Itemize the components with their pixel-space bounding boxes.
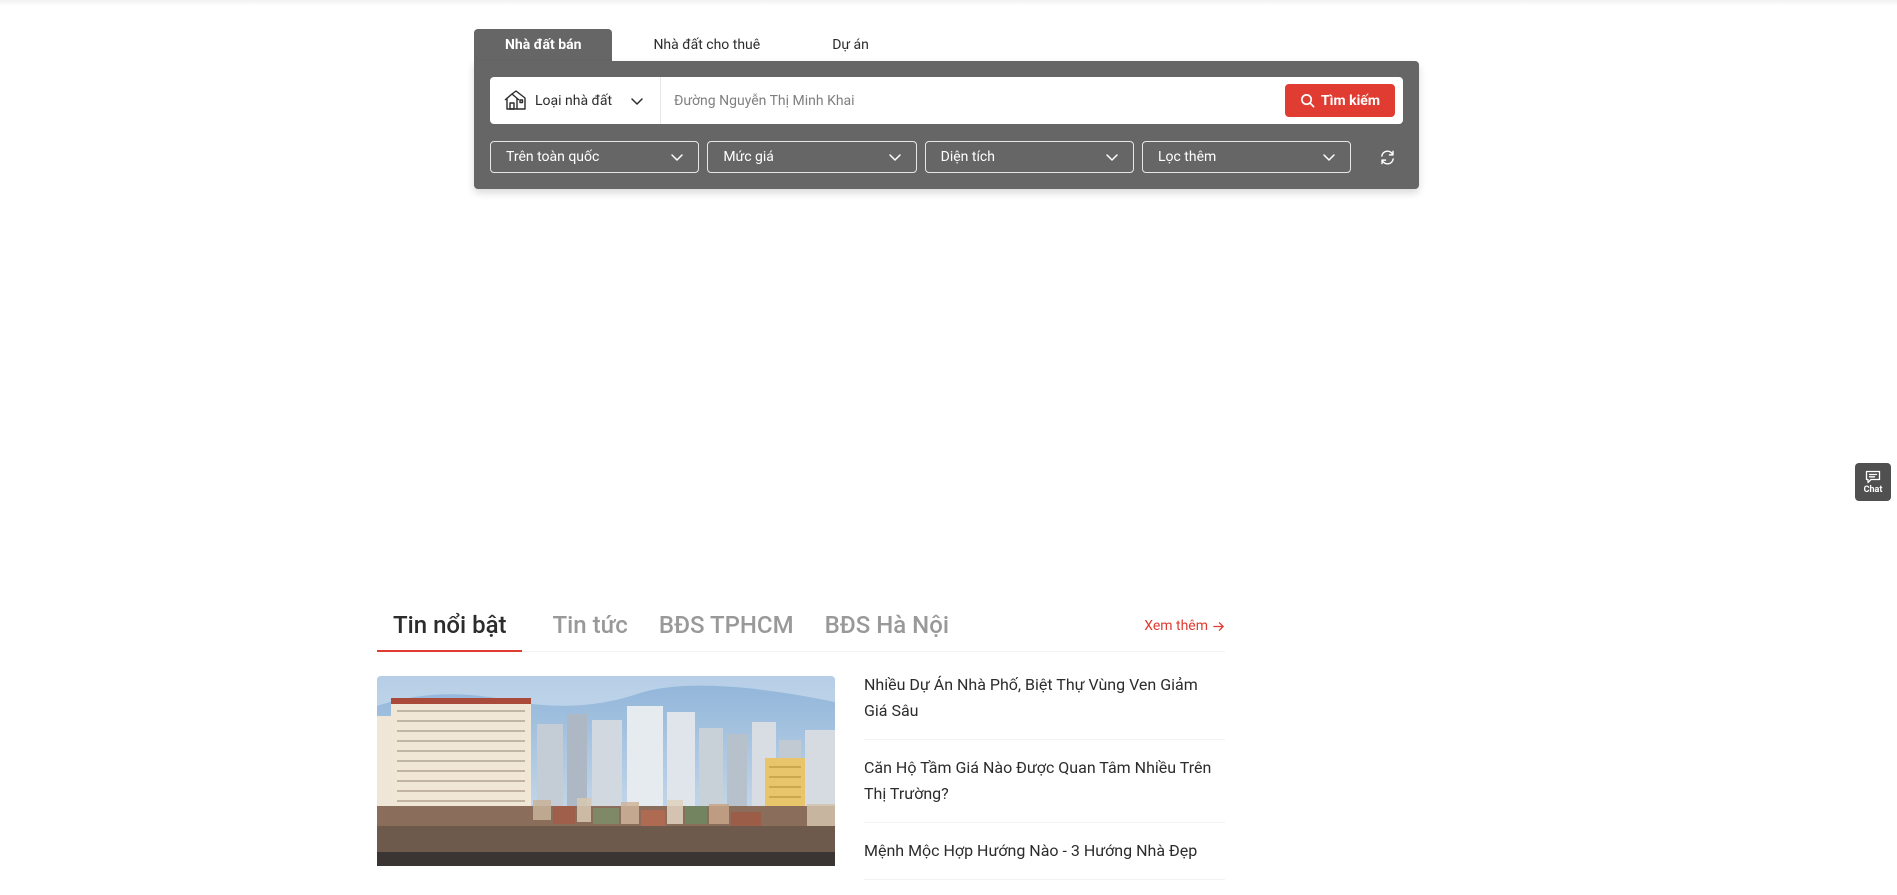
search-panel: Loại nhà đất Tìm kiếm Trên toàn quốc Mức… (474, 61, 1419, 189)
article-item[interactable]: Căn Hộ Tầm Giá Nào Được Quan Tâm Nhiều T… (864, 755, 1225, 823)
tab-rent[interactable]: Nhà đất cho thuê (612, 29, 794, 61)
filter-row: Trên toàn quốc Mức giá Diện tích Lọc thê… (490, 141, 1403, 173)
filter-more[interactable]: Lọc thêm (1141, 141, 1352, 173)
article-item[interactable]: Nhiều Dự Án Nhà Phố, Biệt Thự Vùng Ven G… (864, 672, 1225, 740)
article-item[interactable]: Mệnh Mộc Hợp Hướng Nào - 3 Hướng Nhà Đẹp (864, 838, 1225, 880)
chevron-down-icon (1106, 154, 1118, 161)
chat-button[interactable]: Chat (1855, 463, 1891, 501)
news-body: Nhiều Dự Án Nhà Phố, Biệt Thự Vùng Ven G… (377, 675, 1225, 895)
house-icon (504, 89, 526, 110)
chevron-down-icon (888, 154, 901, 161)
tab-projects[interactable]: Dự án (794, 29, 903, 61)
property-type-select[interactable]: Loại nhà đất (490, 77, 661, 124)
chat-label: Chat (1863, 484, 1883, 495)
filter-more-label: Lọc thêm (1157, 149, 1217, 165)
news-tab-hcm[interactable]: BĐS TPHCM (659, 604, 794, 652)
chevron-down-icon (1323, 154, 1336, 161)
filter-price-label: Mức giá (723, 149, 774, 165)
article-list: Nhiều Dự Án Nhà Phố, Biệt Thự Vùng Ven G… (864, 675, 1225, 895)
filter-location-label: Trên toàn quốc (506, 149, 600, 165)
news-tab-hanoi[interactable]: BĐS Hà Nội (825, 604, 949, 652)
news-tabs: Tin nổi bật Tin tức BĐS TPHCM BĐS Hà Nội… (377, 604, 1225, 652)
filter-price[interactable]: Mức giá (707, 141, 917, 173)
search-button[interactable]: Tìm kiếm (1285, 84, 1395, 117)
search-box: Nhà đất bán Nhà đất cho thuê Dự án Loại … (474, 29, 1419, 189)
news-tab-featured[interactable]: Tin nổi bật (377, 604, 522, 652)
arrow-right-icon (1213, 621, 1224, 631)
see-more-link[interactable]: Xem thêm (1144, 618, 1225, 634)
city-skyline-image (377, 676, 835, 866)
property-type-label: Loại nhà đất (535, 92, 613, 109)
search-bar: Loại nhà đất Tìm kiếm (490, 77, 1403, 124)
refresh-icon (1380, 149, 1394, 165)
news-section: Tin nổi bật Tin tức BĐS TPHCM BĐS Hà Nội… (377, 604, 1225, 895)
reset-filters-button[interactable] (1371, 141, 1403, 173)
tab-sale[interactable]: Nhà đất bán (474, 29, 613, 61)
top-shadow (0, 0, 1897, 6)
filter-area-label: Diện tích (940, 149, 995, 165)
see-more-label: Xem thêm (1144, 618, 1208, 634)
filter-area[interactable]: Diện tích (924, 141, 1134, 173)
search-tabs: Nhà đất bán Nhà đất cho thuê Dự án (474, 29, 1419, 61)
featured-article-image[interactable] (377, 676, 835, 866)
news-tab-news[interactable]: Tin tức (553, 604, 628, 652)
chevron-down-icon (671, 154, 684, 161)
chat-bubble-icon (1865, 470, 1881, 483)
filter-location[interactable]: Trên toàn quốc (490, 141, 700, 173)
chevron-down-icon (631, 97, 643, 105)
search-button-label: Tìm kiếm (1321, 92, 1380, 109)
search-icon (1301, 94, 1315, 108)
